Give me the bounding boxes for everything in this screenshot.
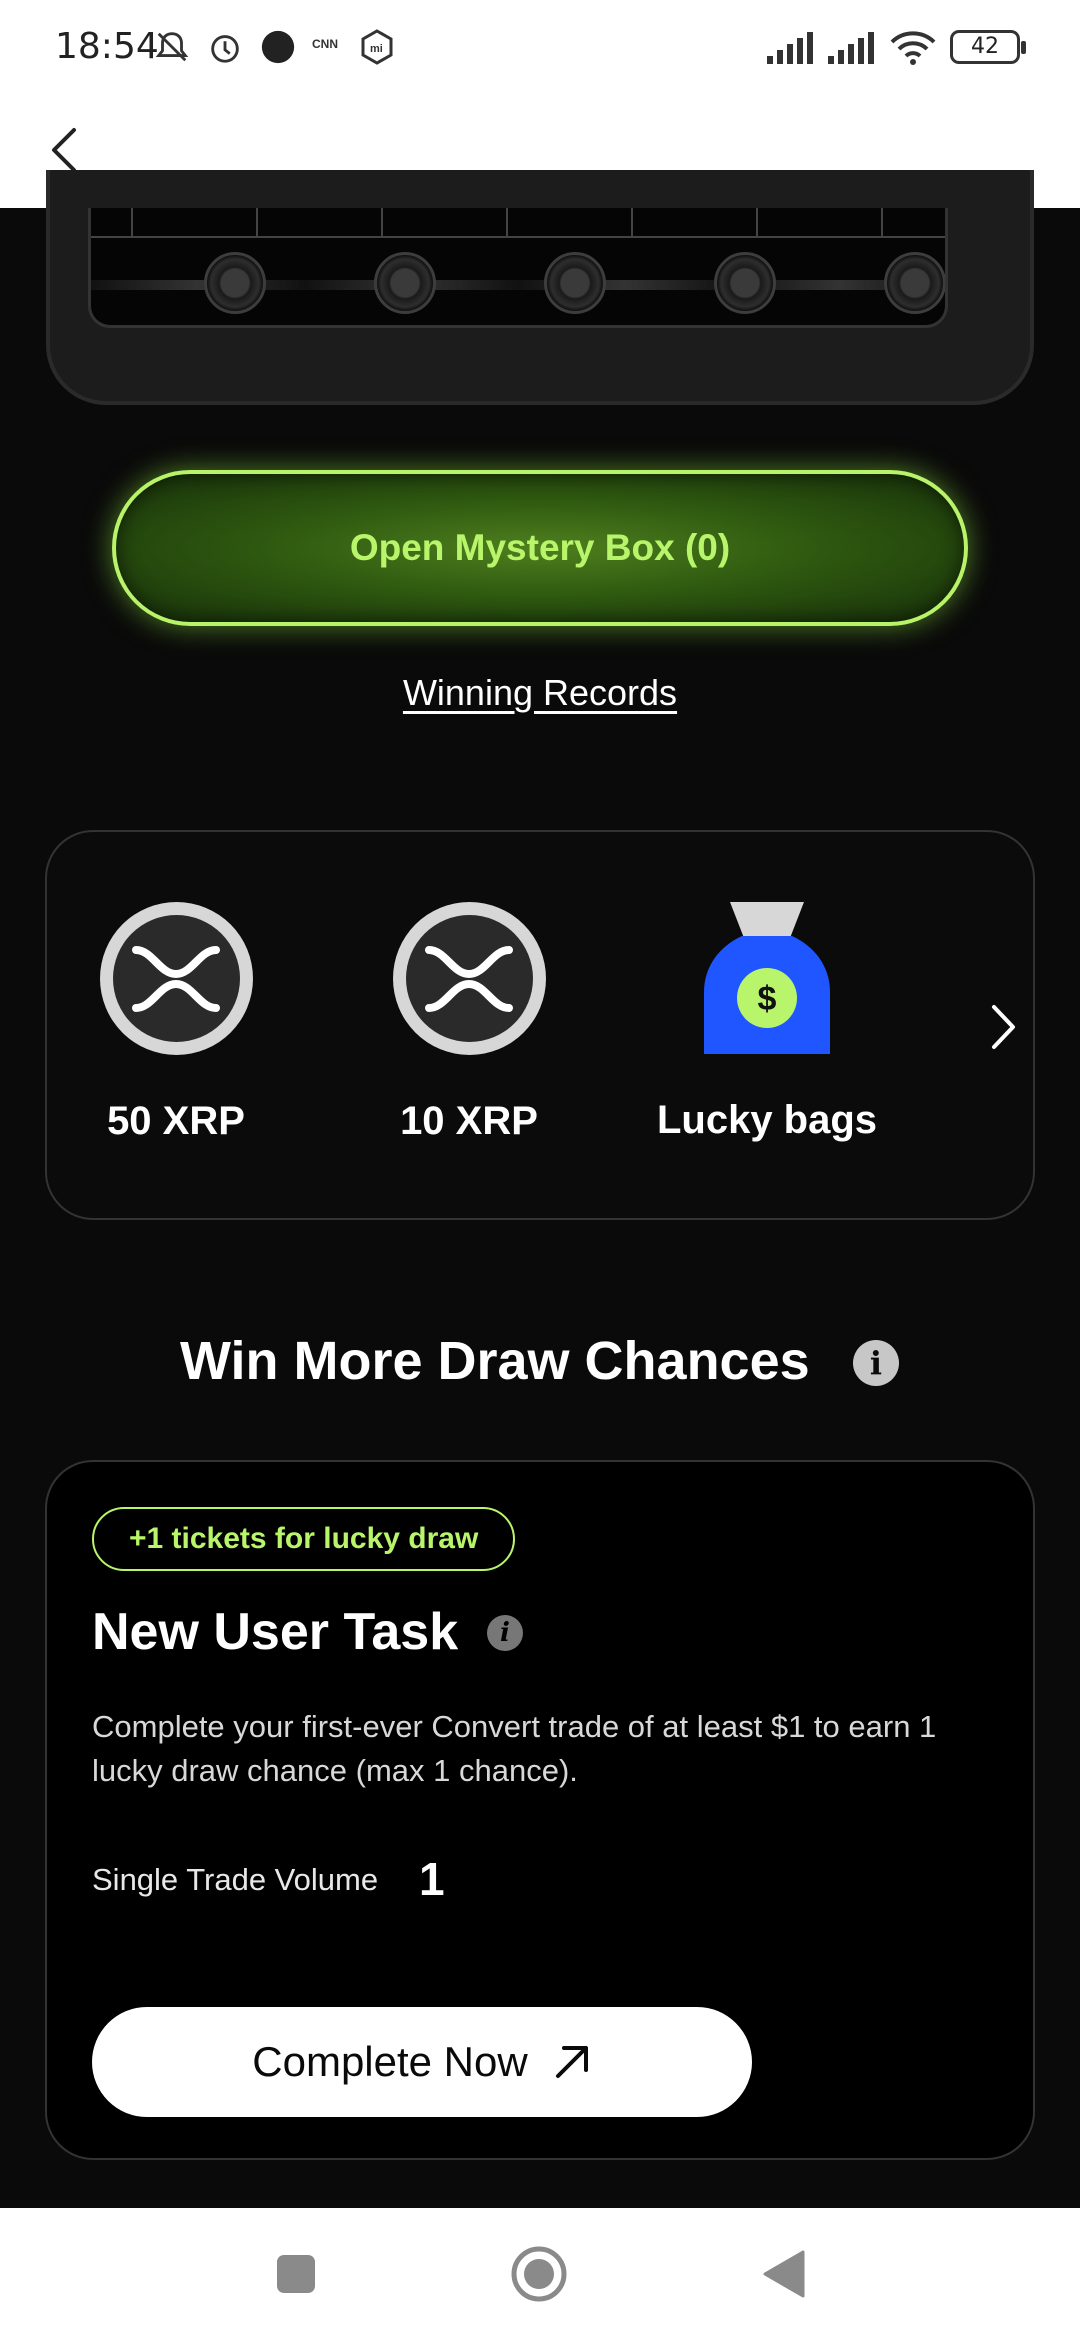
prize-item: 10 XRP: [349, 902, 589, 1144]
battery-icon: 42: [950, 30, 1026, 64]
task-info-icon[interactable]: i: [487, 1615, 523, 1651]
volume-value: 1: [419, 1853, 445, 1905]
square-icon: [277, 2255, 315, 2293]
winning-records-link[interactable]: Winning Records: [403, 672, 677, 713]
prizes-next-button[interactable]: [973, 992, 1033, 1062]
chevron-right-icon: [992, 1005, 1015, 1049]
win-more-title: Win More Draw Chances: [180, 1331, 810, 1391]
cnn-icon: CNN: [312, 37, 338, 51]
open-mystery-box-button[interactable]: Open Mystery Box (0): [112, 470, 968, 626]
open-mystery-box-label: Open Mystery Box (0): [349, 527, 731, 568]
signal-icon: [828, 32, 874, 64]
bell-off-icon: [155, 32, 189, 62]
volume-label: Single Trade Volume: [92, 1862, 379, 1897]
task-title: New User Task: [92, 1603, 459, 1661]
roller-icon: [544, 252, 606, 314]
status-time: 18:54: [55, 26, 159, 67]
svg-text:mi: mi: [370, 43, 383, 55]
prizes-card: 50 XRP 10 XRP $ Lucky bags: [45, 830, 1035, 1220]
status-bar: 18:54 CNN mi 42: [0, 0, 1080, 95]
prize-item: 50 XRP: [56, 902, 296, 1144]
svg-text:$: $: [758, 980, 777, 1018]
roller-icon: [204, 252, 266, 314]
mi-icon: mi: [361, 29, 393, 65]
home-button[interactable]: [503, 2238, 575, 2310]
info-icon[interactable]: i: [853, 1340, 899, 1386]
task-card: +1 tickets for lucky draw New User Task …: [45, 1460, 1035, 2160]
back-triangle-icon: [763, 2250, 805, 2298]
recents-button[interactable]: [260, 2238, 332, 2310]
dot-icon: [261, 30, 295, 64]
back-nav-button[interactable]: [748, 2238, 820, 2310]
signal-icon: [767, 32, 813, 64]
arrow-up-right-icon: [555, 2046, 588, 2078]
complete-now-label: Complete Now: [252, 2038, 528, 2085]
xrp-icon: [392, 902, 546, 1055]
roller-icon: [374, 252, 436, 314]
chevron-left-icon: [52, 128, 76, 172]
complete-now-button[interactable]: Complete Now: [92, 2007, 752, 2117]
home-circle-icon: [511, 2246, 567, 2302]
alarm-icon: [211, 35, 239, 63]
prize-label: 50 XRP: [107, 1099, 245, 1143]
xrp-icon: [99, 902, 253, 1055]
money-bag-icon: $: [704, 902, 830, 1054]
system-nav-bar: [0, 2208, 1080, 2340]
roller-icon: [714, 252, 776, 314]
machine-grid: [91, 208, 945, 238]
task-description: Complete your first-ever Convert trade o…: [92, 1709, 937, 1788]
prize-label: 10 XRP: [400, 1099, 538, 1143]
claw-machine-conveyor: [88, 208, 948, 328]
wifi-icon: [890, 31, 936, 65]
prize-item: $ Lucky bags: [642, 902, 892, 1143]
roller-icon: [884, 252, 945, 314]
svg-text:CNN: CNN: [312, 37, 338, 51]
tickets-badge: +1 tickets for lucky draw: [92, 1507, 516, 1571]
prize-label: Lucky bags: [656, 1098, 878, 1142]
